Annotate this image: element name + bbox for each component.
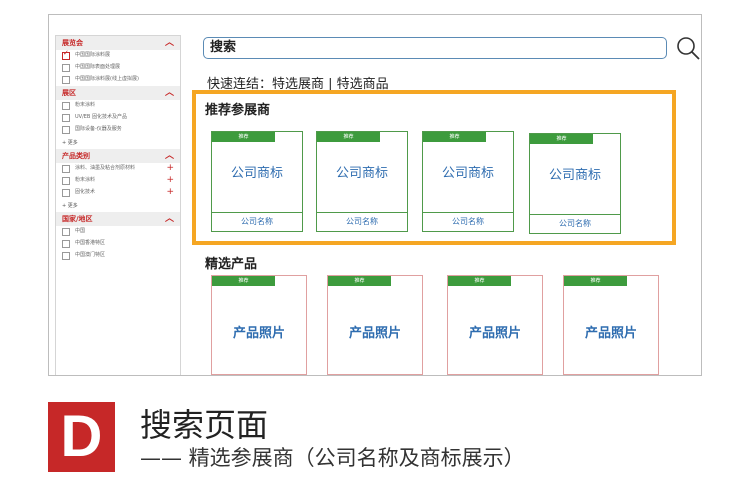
more-link[interactable]: + 更多	[56, 199, 180, 212]
filter-option[interactable]: 中国澳门特区	[56, 250, 180, 262]
checkbox[interactable]	[62, 114, 70, 122]
filter-section-zone: 展区 ︿ 粉末涂料 UV/EB 固化技术及产品 国际设备-仪器及服务 + 更多	[56, 86, 180, 149]
filter-option[interactable]: 粉末涂料 +	[56, 175, 180, 187]
filter-section-title: 产品类别	[62, 152, 90, 160]
product-photo: 产品照片	[232, 326, 285, 341]
checkbox[interactable]	[62, 102, 70, 110]
checkbox[interactable]	[62, 177, 70, 185]
filter-section-exhibition: 展览会 ︿ 中国国际涂料展 中国国际表面处理展 中国国际涂料展(线上虚拟展)	[56, 36, 180, 86]
checkbox[interactable]	[62, 64, 70, 72]
exhibitor-card[interactable]: 推荐 公司商标 公司名称	[529, 133, 621, 234]
filter-option[interactable]: 粉末涂料	[56, 100, 180, 112]
recommend-badge: 推荐	[212, 132, 275, 142]
plus-icon[interactable]: +	[166, 164, 174, 173]
filter-section-header[interactable]: 国家/地区 ︿	[56, 212, 180, 226]
checkbox[interactable]	[62, 228, 70, 236]
company-logo: 公司商标	[230, 166, 283, 181]
filter-option[interactable]: 中国国际表面处理展	[56, 62, 180, 74]
chevron-up-icon[interactable]: ︿	[165, 86, 174, 100]
company-name: 公司名称	[212, 212, 302, 231]
company-logo: 公司商标	[441, 166, 494, 181]
company-name: 公司名称	[423, 212, 513, 231]
section-letter-badge: D	[48, 402, 115, 472]
featured-products-title: 精选产品	[205, 257, 258, 272]
chevron-up-icon[interactable]: ︿	[165, 36, 174, 50]
filter-option[interactable]: 中国国际涂料展	[56, 50, 180, 62]
recommend-badge: 推荐	[212, 276, 275, 286]
company-logo: 公司商标	[335, 166, 388, 181]
ui-screenshot: 展览会 ︿ 中国国际涂料展 中国国际表面处理展 中国国际涂料展(线上虚拟展) 展…	[48, 14, 702, 376]
product-card[interactable]: 推荐 产品照片	[447, 275, 543, 375]
figure-caption: D 搜索页面 —— 精选参展商（公司名称及商标展示）	[0, 374, 750, 500]
search-icon[interactable]	[675, 35, 701, 61]
more-link[interactable]: + 更多	[56, 136, 180, 149]
plus-icon[interactable]: +	[166, 176, 174, 185]
checkbox[interactable]	[62, 189, 70, 197]
checkbox[interactable]	[62, 165, 70, 173]
filter-option[interactable]: 国际设备-仪器及服务	[56, 124, 180, 136]
filter-option[interactable]: 涂料、油墨及粘合剂原材料 +	[56, 163, 180, 175]
company-name: 公司名称	[317, 212, 407, 231]
checkbox[interactable]	[62, 240, 70, 248]
filter-section-product-category: 产品类别 ︿ 涂料、油墨及粘合剂原材料 + 粉末涂料 + 固化技术 + + 更多	[56, 149, 180, 212]
filter-option-label: 中国香港特区	[75, 240, 106, 246]
exhibitor-card[interactable]: 推荐 公司商标 公司名称	[316, 131, 408, 232]
checkbox[interactable]	[62, 252, 70, 260]
checkbox[interactable]	[62, 76, 70, 84]
recommend-badge: 推荐	[423, 132, 486, 142]
filter-option[interactable]: 固化技术 +	[56, 187, 180, 199]
company-logo: 公司商标	[548, 168, 601, 183]
filter-option-label: 粉末涂料	[75, 177, 96, 183]
filter-sidebar: 展览会 ︿ 中国国际涂料展 中国国际表面处理展 中国国际涂料展(线上虚拟展) 展…	[55, 35, 181, 375]
recommend-badge: 推荐	[328, 276, 391, 286]
filter-section-region: 国家/地区 ︿ 中国 中国香港特区 中国澳门特区	[56, 212, 180, 262]
product-photo: 产品照片	[468, 326, 521, 341]
plus-icon[interactable]: +	[166, 188, 174, 197]
filter-option-label: 国际设备-仪器及服务	[75, 126, 122, 132]
product-photo: 产品照片	[348, 326, 401, 341]
filter-section-header[interactable]: 产品类别 ︿	[56, 149, 180, 163]
chevron-up-icon[interactable]: ︿	[165, 149, 174, 163]
filter-option-label: 固化技术	[75, 189, 96, 195]
exhibitor-card[interactable]: 推荐 公司商标 公司名称	[422, 131, 514, 232]
recommend-badge: 推荐	[530, 134, 593, 144]
checkbox[interactable]	[62, 126, 70, 134]
filter-option-label: 中国澳门特区	[75, 252, 106, 258]
filter-option-label: 涂料、油墨及粘合剂原材料	[75, 165, 136, 171]
caption-subtitle: —— 精选参展商（公司名称及商标展示）	[140, 446, 525, 470]
checkbox[interactable]	[62, 50, 70, 60]
filter-option[interactable]: 中国国际涂料展(线上虚拟展)	[56, 74, 180, 86]
filter-option[interactable]: 中国	[56, 226, 180, 238]
product-photo: 产品照片	[584, 326, 637, 341]
filter-section-title: 展览会	[62, 39, 83, 47]
filter-section-title: 展区	[62, 89, 76, 97]
product-card[interactable]: 推荐 产品照片	[211, 275, 307, 375]
product-card[interactable]: 推荐 产品照片	[327, 275, 423, 375]
filter-option[interactable]: UV/EB 固化技术及产品	[56, 112, 180, 124]
exhibitor-card[interactable]: 推荐 公司商标 公司名称	[211, 131, 303, 232]
filter-section-header[interactable]: 展区 ︿	[56, 86, 180, 100]
search-input[interactable]: 搜索	[203, 37, 667, 59]
recommend-badge: 推荐	[317, 132, 380, 142]
filter-option-label: 中国国际涂料展	[75, 52, 111, 58]
company-name: 公司名称	[530, 214, 620, 233]
filter-option-label: 中国国际表面处理展	[75, 64, 121, 70]
recommend-badge: 推荐	[448, 276, 511, 286]
filter-option-label: UV/EB 固化技术及产品	[75, 114, 127, 120]
recommend-badge: 推荐	[564, 276, 627, 286]
product-card[interactable]: 推荐 产品照片	[563, 275, 659, 375]
caption-title: 搜索页面	[140, 406, 269, 444]
filter-option-label: 中国	[75, 228, 86, 234]
filter-option-label: 中国国际涂料展(线上虚拟展)	[75, 76, 139, 82]
filter-section-title: 国家/地区	[62, 215, 93, 223]
filter-option[interactable]: 中国香港特区	[56, 238, 180, 250]
chevron-up-icon[interactable]: ︿	[165, 212, 174, 226]
filter-section-header[interactable]: 展览会 ︿	[56, 36, 180, 50]
filter-option-label: 粉末涂料	[75, 102, 96, 108]
